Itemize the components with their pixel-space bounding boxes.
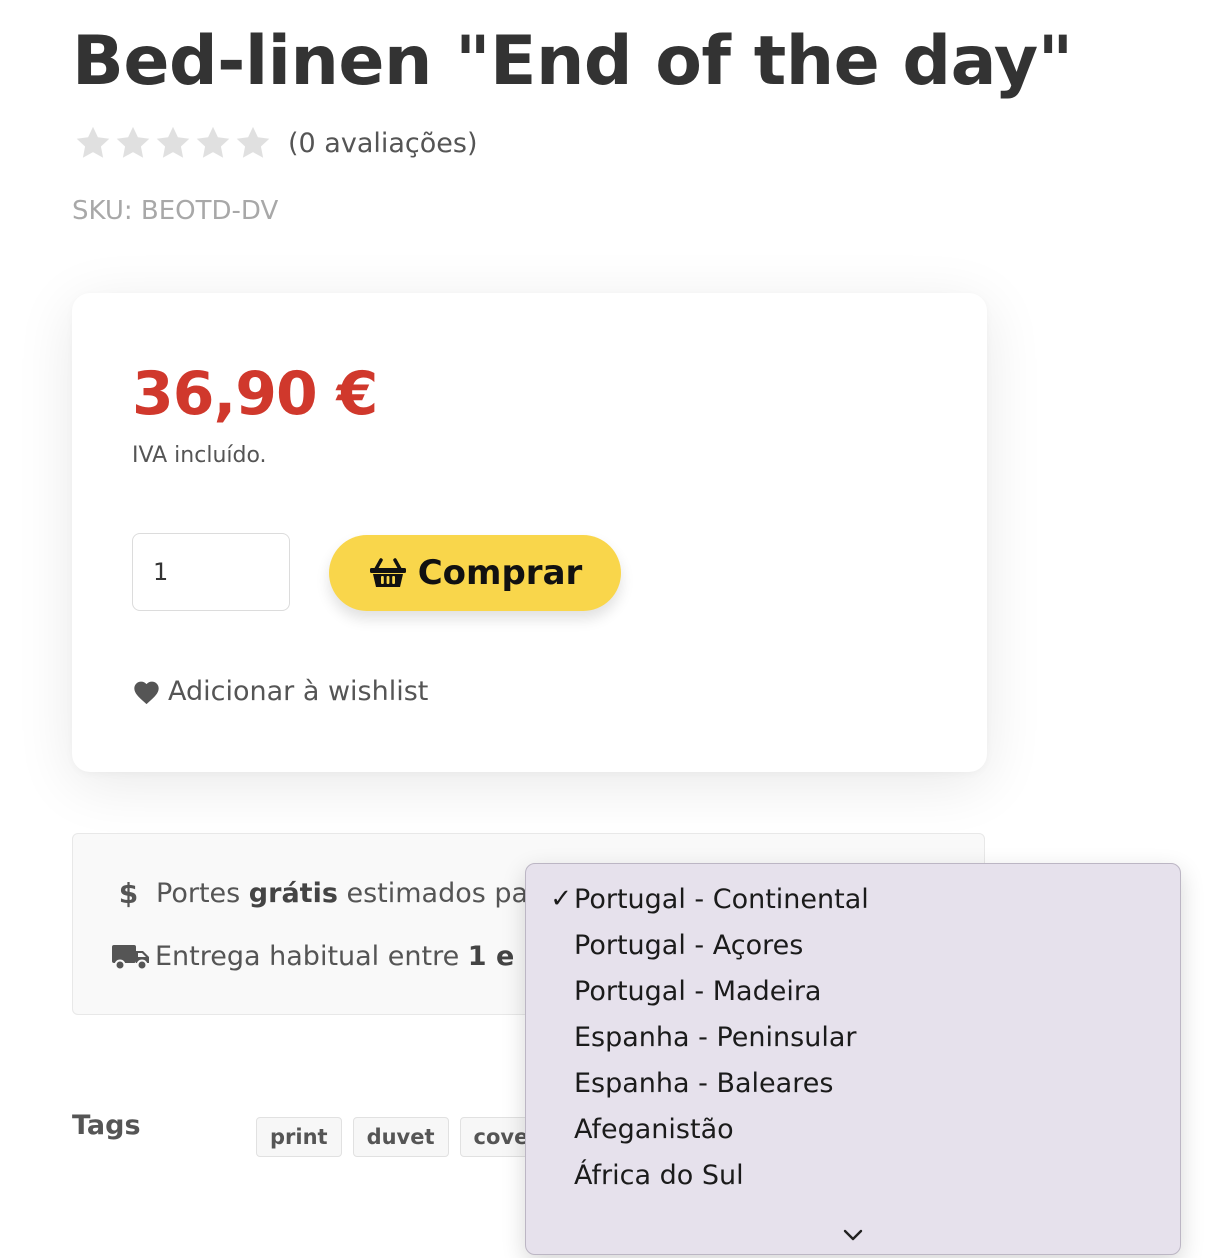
star-icon	[76, 126, 110, 158]
tags-label: Tags	[72, 1110, 141, 1141]
buy-button[interactable]: Comprar	[329, 535, 621, 611]
shipping-cost-prefix: Portes	[156, 878, 249, 909]
quantity-input[interactable]	[132, 533, 290, 611]
vat-note: IVA incluído.	[132, 443, 267, 468]
shipping-cost-line: $ Portes grátis estimados para	[111, 877, 556, 910]
country-option[interactable]: Afeganistão	[526, 1106, 1180, 1152]
product-title: Bed-linen "End of the day"	[72, 22, 1073, 101]
product-price: 36,90 €	[132, 359, 378, 429]
tag-print[interactable]: print	[256, 1117, 342, 1157]
dollar-icon: $	[118, 877, 139, 910]
star-icon	[156, 126, 190, 158]
delivery-time-line: Entrega habitual entre 1 e 6	[111, 941, 542, 972]
truck-icon	[112, 944, 149, 970]
shipping-cost-free: grátis	[248, 878, 338, 909]
add-to-wishlist-link[interactable]: Adicionar à wishlist	[132, 676, 428, 707]
country-option-label: Afeganistão	[574, 1113, 734, 1145]
purchase-card: 36,90 € IVA incluído. Comprar Adicionar …	[72, 293, 987, 772]
product-rating[interactable]: (0 avaliações)	[74, 124, 478, 162]
country-option-label: Espanha - Baleares	[574, 1067, 834, 1099]
delivery-prefix: Entrega habitual entre	[155, 941, 468, 972]
tags-list: print duvet cover	[256, 1117, 553, 1157]
checkmark-icon: ✓	[550, 884, 572, 914]
basket-icon	[369, 558, 406, 587]
star-icon	[116, 126, 150, 158]
country-option-selected[interactable]: ✓ Portugal - Continental	[526, 876, 1180, 922]
buy-button-label: Comprar	[417, 553, 583, 593]
country-option[interactable]: Portugal - Açores	[526, 922, 1180, 968]
star-icon	[236, 126, 270, 158]
country-option-label: África do Sul	[574, 1159, 744, 1191]
heart-icon	[134, 681, 159, 704]
country-option[interactable]: Espanha - Peninsular	[526, 1014, 1180, 1060]
country-option-label: Espanha - Peninsular	[574, 1021, 857, 1053]
shipping-cost-suffix: estimados para	[337, 878, 556, 909]
country-option-label: Portugal - Continental	[574, 883, 869, 915]
product-sku: SKU: BEOTD-DV	[72, 196, 279, 226]
country-option[interactable]: Portugal - Madeira	[526, 968, 1180, 1014]
tag-duvet[interactable]: duvet	[352, 1117, 449, 1157]
reviews-count-link[interactable]: (0 avaliações)	[288, 128, 478, 159]
country-option[interactable]: África do Sul	[526, 1152, 1180, 1198]
country-option[interactable]: Espanha - Baleares	[526, 1060, 1180, 1106]
country-dropdown-menu[interactable]: ✓ Portugal - Continental Portugal - Açor…	[525, 863, 1181, 1255]
star-icon	[196, 126, 230, 158]
country-option-label: Portugal - Açores	[574, 929, 804, 961]
rating-stars	[74, 124, 272, 162]
country-option-label: Portugal - Madeira	[574, 975, 822, 1007]
chevron-down-icon[interactable]	[842, 1228, 864, 1242]
wishlist-label: Adicionar à wishlist	[168, 676, 429, 707]
